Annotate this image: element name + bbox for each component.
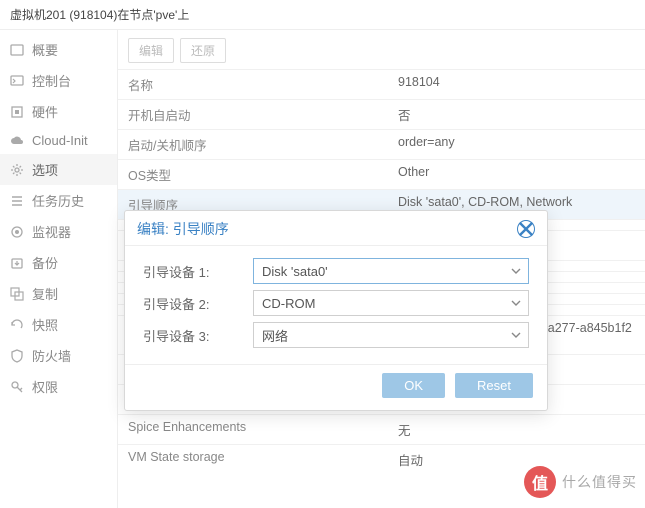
watermark: 值 什么值得买 — [524, 466, 637, 498]
monitor-icon — [10, 225, 24, 239]
row-value: 否 — [398, 105, 635, 124]
watermark-badge-icon: 值 — [524, 466, 556, 498]
console-icon — [10, 74, 24, 88]
sidebar-item-label: 监视器 — [32, 222, 71, 241]
row-value: 918104 — [398, 75, 635, 94]
sidebar-item-permission[interactable]: 权限 — [0, 371, 117, 402]
row-value: order=any — [398, 135, 635, 154]
reset-button[interactable]: Reset — [455, 373, 533, 398]
sidebar-item-gear[interactable]: 选项 — [0, 154, 117, 185]
sidebar-item-snapshot[interactable]: 快照 — [0, 309, 117, 340]
sidebar-item-label: 控制台 — [32, 71, 71, 90]
sidebar-item-tasks[interactable]: 任务历史 — [0, 185, 117, 216]
sidebar-item-label: 任务历史 — [32, 191, 84, 210]
sidebar-item-cloud[interactable]: Cloud-Init — [0, 127, 117, 154]
table-row[interactable]: OS类型Other — [118, 159, 645, 189]
row-key: VM State storage — [128, 450, 398, 469]
sidebar-item-backup[interactable]: 备份 — [0, 247, 117, 278]
sidebar: 概要控制台硬件 Cloud-Init 选项任务历史监视器备份复制快照防火墙权限 — [0, 30, 118, 508]
table-row[interactable]: 启动/关机顺序order=any — [118, 129, 645, 159]
edit-button[interactable]: 编辑 — [128, 38, 174, 63]
sidebar-item-label: 概要 — [32, 40, 58, 59]
field-label: 引导设备 1: — [143, 262, 253, 281]
page-title: 虚拟机201 (918104)在节点'pve'上 — [10, 8, 189, 22]
sidebar-item-firewall[interactable]: 防火墙 — [0, 340, 117, 371]
firewall-icon — [10, 349, 24, 363]
sidebar-item-monitor[interactable]: 监视器 — [0, 216, 117, 247]
sidebar-item-label: 选项 — [32, 160, 58, 179]
select-value: Disk 'sata0' — [262, 264, 328, 279]
sidebar-item-replicate[interactable]: 复制 — [0, 278, 117, 309]
boot-device-field-2: 引导设备 2: CD-ROM — [143, 290, 529, 316]
table-row[interactable]: Spice Enhancements无 — [118, 414, 645, 444]
backup-icon — [10, 256, 24, 270]
sidebar-item-hardware[interactable]: 硬件 — [0, 96, 117, 127]
watermark-text: 什么值得买 — [562, 472, 637, 492]
boot-device-field-1: 引导设备 1: Disk 'sata0' — [143, 258, 529, 284]
sidebar-item-label: 复制 — [32, 284, 58, 303]
sidebar-item-console[interactable]: 控制台 — [0, 65, 117, 96]
sidebar-item-summary[interactable]: 概要 — [0, 34, 117, 65]
toolbar: 编辑 还原 — [118, 38, 645, 69]
sidebar-item-label: 防火墙 — [32, 346, 71, 365]
tasks-icon — [10, 194, 24, 208]
cloud-icon — [10, 134, 24, 148]
boot-device-select-3[interactable]: 网络 — [253, 322, 529, 348]
select-value: 网络 — [262, 326, 288, 345]
table-row[interactable]: 名称918104 — [118, 69, 645, 99]
edit-boot-order-dialog: 编辑: 引导顺序 引导设备 1: Disk 'sata0' 引导设备 2: CD-RO… — [124, 210, 548, 411]
row-key: OS类型 — [128, 165, 398, 184]
table-row[interactable]: 开机自启动否 — [118, 99, 645, 129]
ok-button[interactable]: OK — [382, 373, 445, 398]
replicate-icon — [10, 287, 24, 301]
dialog-title: 编辑: 引导顺序 — [137, 219, 229, 239]
summary-icon — [10, 43, 24, 57]
field-label: 引导设备 3: — [143, 326, 253, 345]
row-value: Other — [398, 165, 635, 184]
row-value: 无 — [398, 420, 635, 439]
row-key: Spice Enhancements — [128, 420, 398, 439]
row-key: 启动/关机顺序 — [128, 135, 398, 154]
sidebar-item-label: Cloud-Init — [32, 133, 88, 148]
permission-icon — [10, 380, 24, 394]
sidebar-item-label: 备份 — [32, 253, 58, 272]
sidebar-item-label: 快照 — [32, 315, 58, 334]
hardware-icon — [10, 105, 24, 119]
close-icon[interactable] — [517, 220, 535, 238]
gear-icon — [10, 163, 24, 177]
page-header: 虚拟机201 (918104)在节点'pve'上 — [0, 0, 645, 30]
boot-device-select-2[interactable]: CD-ROM — [253, 290, 529, 316]
chevron-down-icon — [510, 297, 522, 312]
field-label: 引导设备 2: — [143, 294, 253, 313]
revert-button[interactable]: 还原 — [180, 38, 226, 63]
boot-device-field-3: 引导设备 3: 网络 — [143, 322, 529, 348]
snapshot-icon — [10, 318, 24, 332]
chevron-down-icon — [510, 329, 522, 344]
boot-device-select-1[interactable]: Disk 'sata0' — [253, 258, 529, 284]
sidebar-item-label: 硬件 — [32, 102, 58, 121]
row-key: 名称 — [128, 75, 398, 94]
chevron-down-icon — [510, 265, 522, 280]
row-key: 开机自启动 — [128, 105, 398, 124]
select-value: CD-ROM — [262, 296, 315, 311]
sidebar-item-label: 权限 — [32, 377, 58, 396]
